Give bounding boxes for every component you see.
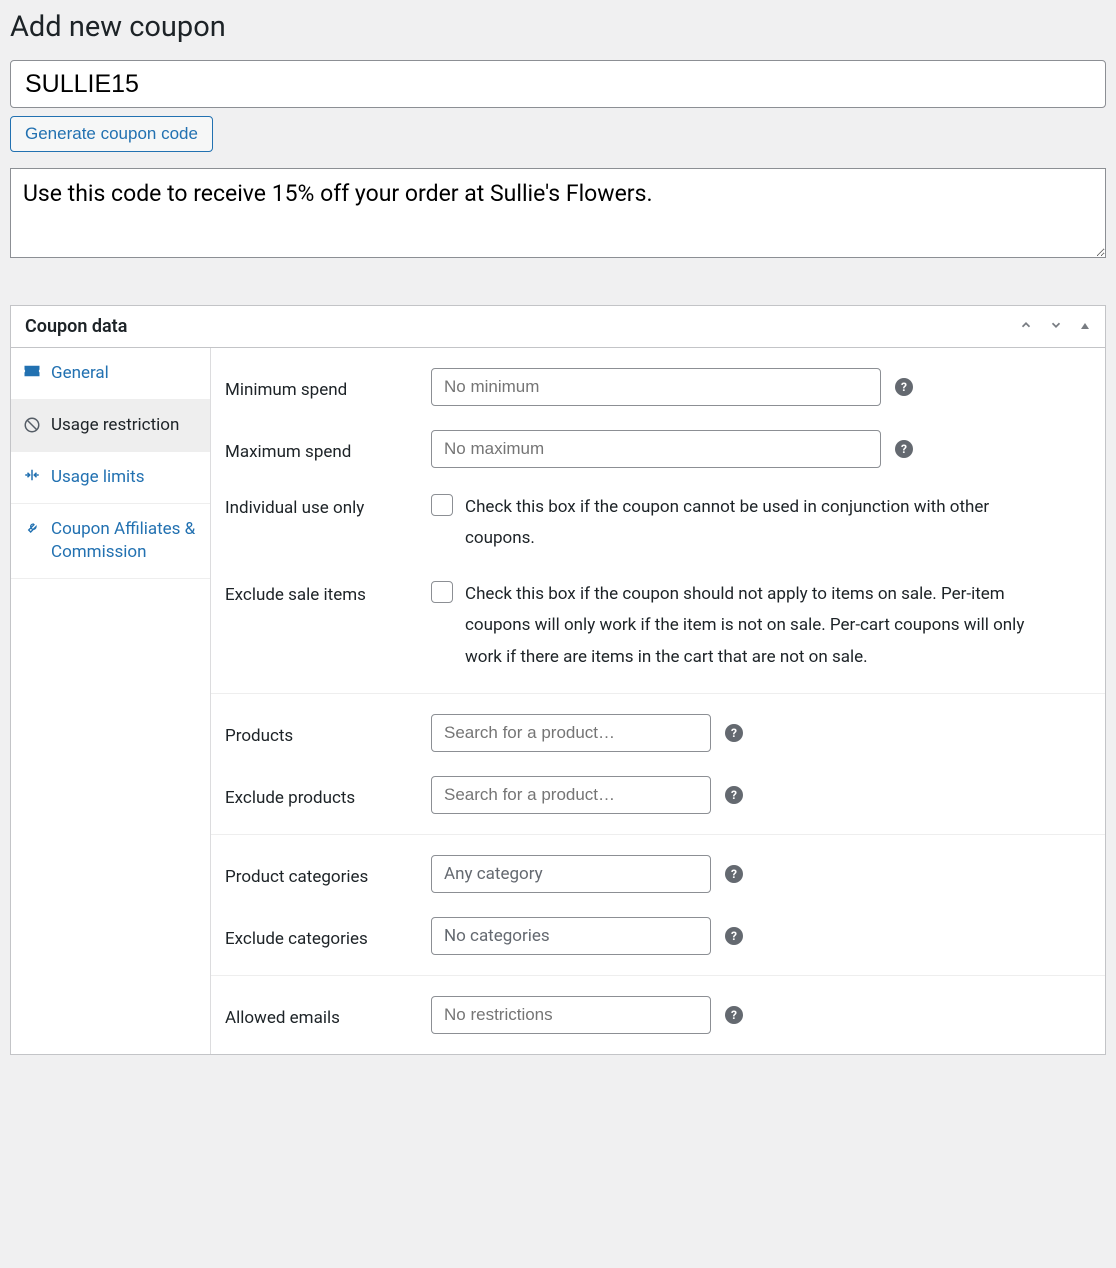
exclude-products-label: Exclude products (225, 782, 415, 808)
coupon-data-panel: Coupon data General (10, 305, 1106, 1055)
products-label: Products (225, 720, 415, 746)
help-icon[interactable]: ? (895, 440, 913, 458)
generate-code-button[interactable]: Generate coupon code (10, 116, 213, 152)
exclude-categories-select[interactable]: No categories (431, 917, 711, 955)
wrench-icon (23, 520, 41, 536)
tab-general[interactable]: General (11, 348, 210, 400)
tab-label: General (51, 362, 109, 385)
help-icon[interactable]: ? (725, 786, 743, 804)
help-icon[interactable]: ? (725, 1006, 743, 1024)
help-icon[interactable]: ? (725, 865, 743, 883)
exclude-sale-description: Check this box if the coupon should not … (465, 579, 1025, 673)
coupon-description-input[interactable]: Use this code to receive 15% off your or… (10, 168, 1106, 258)
ban-icon (23, 416, 41, 434)
maximum-spend-input[interactable] (431, 430, 881, 468)
ticket-icon (23, 364, 41, 378)
panel-toggle-icon[interactable] (1079, 318, 1091, 336)
exclude-sale-checkbox[interactable] (431, 581, 453, 603)
product-categories-select[interactable]: Any category (431, 855, 711, 893)
minimum-spend-label: Minimum spend (225, 374, 415, 400)
tab-usage-limits[interactable]: Usage limits (11, 452, 210, 504)
exclude-categories-label: Exclude categories (225, 923, 415, 949)
tab-affiliates[interactable]: Coupon Affiliates & Commission (11, 504, 210, 579)
allowed-emails-label: Allowed emails (225, 1002, 415, 1028)
help-icon[interactable]: ? (725, 724, 743, 742)
help-icon[interactable]: ? (895, 378, 913, 396)
individual-use-checkbox[interactable] (431, 494, 453, 516)
allowed-emails-input[interactable] (431, 996, 711, 1034)
tab-label: Usage restriction (51, 414, 179, 437)
arrows-in-icon (23, 468, 41, 482)
help-icon[interactable]: ? (725, 927, 743, 945)
tab-usage-restriction[interactable]: Usage restriction (11, 400, 210, 452)
exclude-products-input[interactable] (431, 776, 711, 814)
tab-label: Usage limits (51, 466, 144, 489)
panel-header: Coupon data (11, 306, 1105, 348)
individual-use-description: Check this box if the coupon cannot be u… (465, 492, 1025, 555)
panel-move-up-icon[interactable] (1019, 318, 1033, 336)
products-input[interactable] (431, 714, 711, 752)
individual-use-label: Individual use only (225, 492, 415, 518)
exclude-sale-label: Exclude sale items (225, 579, 415, 605)
tab-label: Coupon Affiliates & Commission (51, 518, 198, 564)
panel-title: Coupon data (25, 316, 127, 337)
product-categories-label: Product categories (225, 861, 415, 887)
page-title: Add new coupon (10, 10, 1106, 44)
maximum-spend-label: Maximum spend (225, 436, 415, 462)
coupon-code-input[interactable] (10, 60, 1106, 108)
minimum-spend-input[interactable] (431, 368, 881, 406)
panel-move-down-icon[interactable] (1049, 318, 1063, 336)
